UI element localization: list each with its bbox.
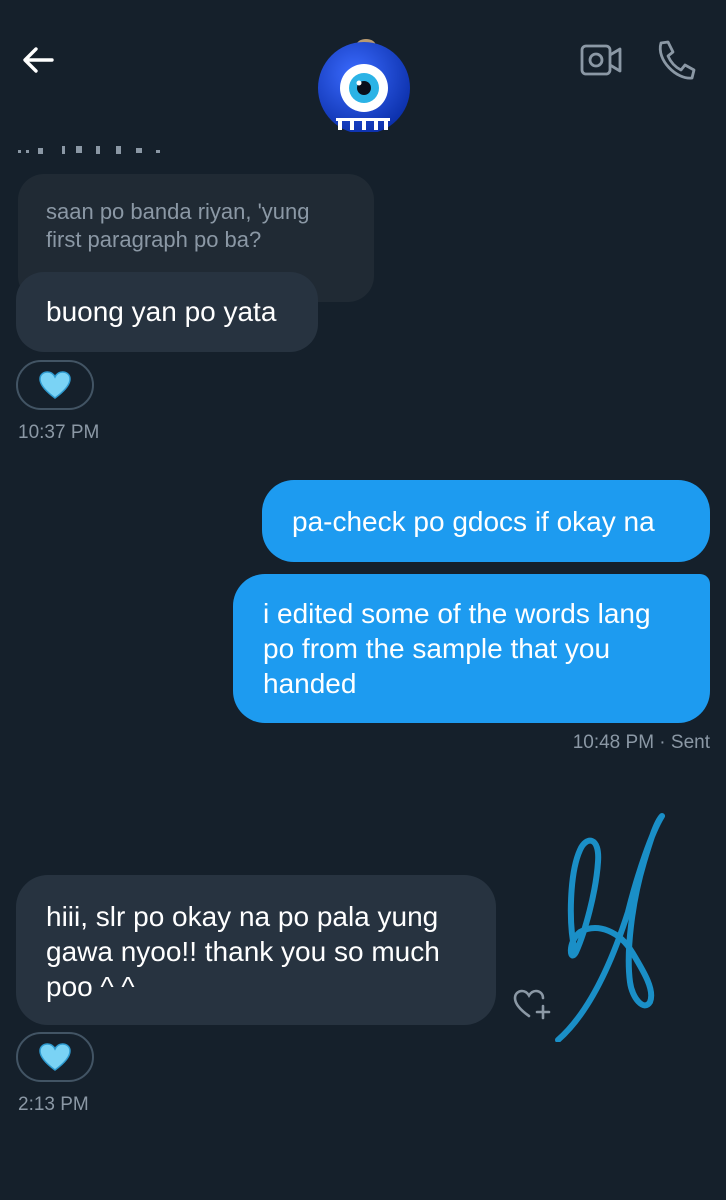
message-timestamp: 2:13 PM [18,1094,89,1115]
reaction-badge[interactable] [16,1032,94,1082]
sent-message[interactable]: i edited some of the words lang po from … [233,574,710,723]
blue-heart-icon [39,371,71,399]
back-arrow-icon[interactable] [18,40,58,80]
header-name-fragment [336,118,390,130]
handwritten-signature [555,813,665,1042]
message-timestamp: 10:37 PM [18,422,100,443]
video-camera-icon[interactable] [580,42,622,78]
received-message[interactable]: buong yan po yata [16,272,318,352]
clipped-text-fragment [18,146,160,154]
reaction-badge[interactable] [16,360,94,410]
conversation-header [0,0,726,140]
received-message[interactable]: hiii, slr po okay na po pala yung gawa n… [16,875,496,1025]
sent-message[interactable]: pa-check po gdocs if okay na [262,480,710,562]
blue-heart-icon [39,1043,71,1071]
phone-icon[interactable] [652,38,696,82]
message-timestamp-sent: 10:48 PM · Sent [572,732,710,753]
